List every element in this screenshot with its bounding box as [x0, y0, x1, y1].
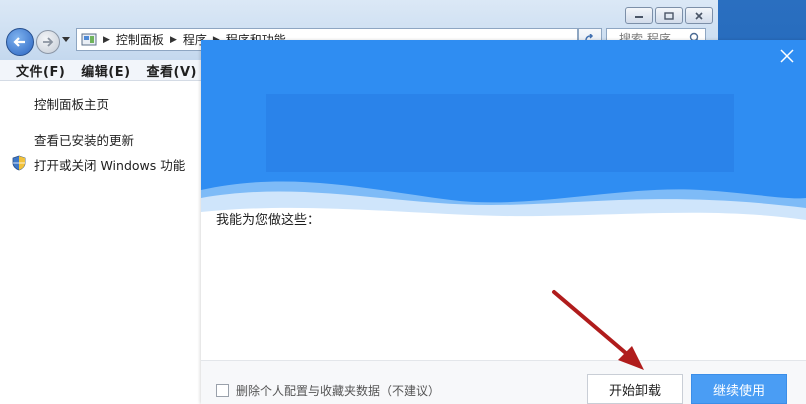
menu-view[interactable]: 查看(V)	[147, 61, 197, 80]
menu-file[interactable]: 文件(F)	[16, 61, 65, 80]
sidebar-link-windows-features[interactable]: 打开或关闭 Windows 功能	[34, 155, 185, 174]
minimize-icon	[635, 15, 643, 18]
control-panel-icon	[81, 33, 97, 45]
maximize-icon	[664, 11, 674, 20]
delete-data-option[interactable]: 删除个人配置与收藏夹数据（不建议）	[216, 382, 440, 399]
menu-edit[interactable]: 编辑(E)	[81, 61, 130, 80]
dialog-close-button[interactable]	[776, 45, 798, 67]
minimize-button[interactable]	[625, 7, 653, 24]
sidebar-link-home[interactable]: 控制面板主页	[34, 94, 109, 113]
back-icon	[13, 37, 25, 47]
continue-using-button[interactable]: 继续使用	[691, 374, 787, 404]
close-icon	[780, 49, 794, 63]
breadcrumb-control-panel[interactable]: 控制面板	[116, 31, 164, 48]
maximize-button[interactable]	[655, 7, 683, 24]
sidebar-link-updates[interactable]: 查看已安装的更新	[34, 130, 134, 149]
close-window-button[interactable]	[685, 7, 713, 24]
history-dropdown-icon[interactable]	[62, 37, 70, 43]
annotation-arrow-icon	[552, 290, 644, 370]
close-icon	[695, 11, 703, 20]
window-controls	[625, 7, 713, 24]
back-button[interactable]	[6, 28, 34, 56]
breadcrumb-separator: ▶	[103, 34, 110, 45]
start-uninstall-button[interactable]: 开始卸载	[587, 374, 683, 404]
breadcrumb-separator: ▶	[169, 34, 177, 45]
delete-data-checkbox[interactable]	[216, 384, 229, 397]
forward-button[interactable]	[36, 30, 60, 54]
forward-icon	[43, 37, 54, 47]
dialog-prompt: 我能为您做这些：	[216, 213, 321, 228]
shield-icon	[12, 155, 26, 171]
delete-data-label: 删除个人配置与收藏夹数据（不建议）	[236, 384, 441, 398]
uninstall-dialog: 我能为您做这些： 删除个人配置与收藏夹数据（不建议） 开始卸载 继续使用	[201, 40, 806, 404]
